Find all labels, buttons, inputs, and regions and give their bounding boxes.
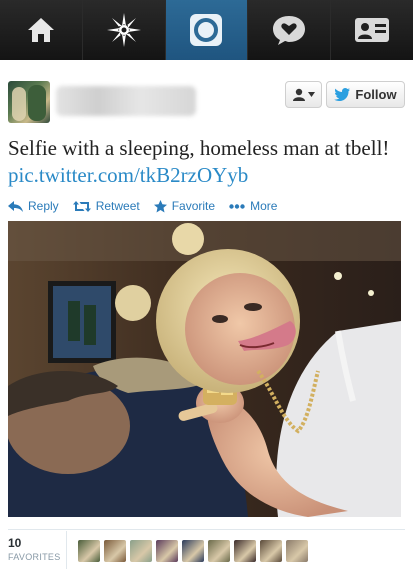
discover-circle-icon	[190, 14, 223, 46]
profile-card-icon	[355, 18, 390, 42]
top-nav	[0, 0, 413, 60]
retweet-icon	[72, 200, 91, 212]
tweet-text: Selfie with a sleeping, homeless man at …	[8, 135, 405, 189]
person-icon	[293, 88, 305, 101]
nav-messages[interactable]	[248, 0, 332, 60]
favorites-separator	[66, 531, 67, 569]
username-blurred	[56, 86, 196, 116]
favorite-label: Favorite	[171, 199, 216, 213]
reply-icon	[8, 200, 23, 212]
nav-home[interactable]	[0, 0, 83, 60]
nav-discover[interactable]	[165, 0, 249, 60]
tweet-photo[interactable]	[8, 221, 401, 517]
avatar[interactable]	[8, 81, 50, 123]
more-action[interactable]: More	[229, 199, 277, 213]
home-icon	[27, 18, 54, 42]
favoriter-avatar[interactable]	[260, 540, 282, 562]
connect-star-icon	[106, 13, 141, 47]
favoriter-avatar[interactable]	[208, 540, 230, 562]
tweet-link[interactable]: pic.twitter.com/tkB2rzOYyb	[8, 163, 248, 187]
reply-label: Reply	[28, 199, 59, 213]
more-dots-icon	[229, 203, 245, 209]
twitter-bird-icon	[334, 88, 351, 101]
favoriter-avatars	[78, 540, 308, 562]
favoriter-avatar[interactable]	[130, 540, 152, 562]
favoriter-avatar[interactable]	[234, 540, 256, 562]
retweet-label: Retweet	[95, 199, 140, 213]
nav-connect[interactable]	[82, 0, 166, 60]
user-actions-button[interactable]	[285, 81, 322, 108]
caret-down-icon	[308, 92, 315, 97]
divider	[8, 529, 405, 530]
photo-illustration	[8, 221, 401, 517]
more-label: More	[250, 199, 278, 213]
tweet-actions: Reply Retweet Favorite More	[8, 196, 291, 216]
favorite-action[interactable]: Favorite	[153, 199, 216, 213]
reply-action[interactable]: Reply	[8, 199, 59, 213]
favoriter-avatar[interactable]	[156, 540, 178, 562]
tweet-body: Selfie with a sleeping, homeless man at …	[8, 136, 390, 160]
retweet-action[interactable]: Retweet	[72, 199, 140, 213]
tweet-header: Follow	[8, 78, 405, 126]
favoriter-avatar[interactable]	[286, 540, 308, 562]
nav-me[interactable]	[331, 0, 413, 60]
speech-heart-icon	[273, 16, 306, 45]
star-icon	[153, 199, 167, 212]
favoriter-avatar[interactable]	[104, 540, 126, 562]
favoriter-avatar[interactable]	[78, 540, 100, 562]
favorites-count[interactable]: 10	[8, 536, 68, 550]
favoriter-avatar[interactable]	[182, 540, 204, 562]
favorites-label: FAVORITES	[8, 552, 61, 562]
follow-button[interactable]: Follow	[326, 81, 405, 108]
follow-label: Follow	[355, 87, 397, 102]
